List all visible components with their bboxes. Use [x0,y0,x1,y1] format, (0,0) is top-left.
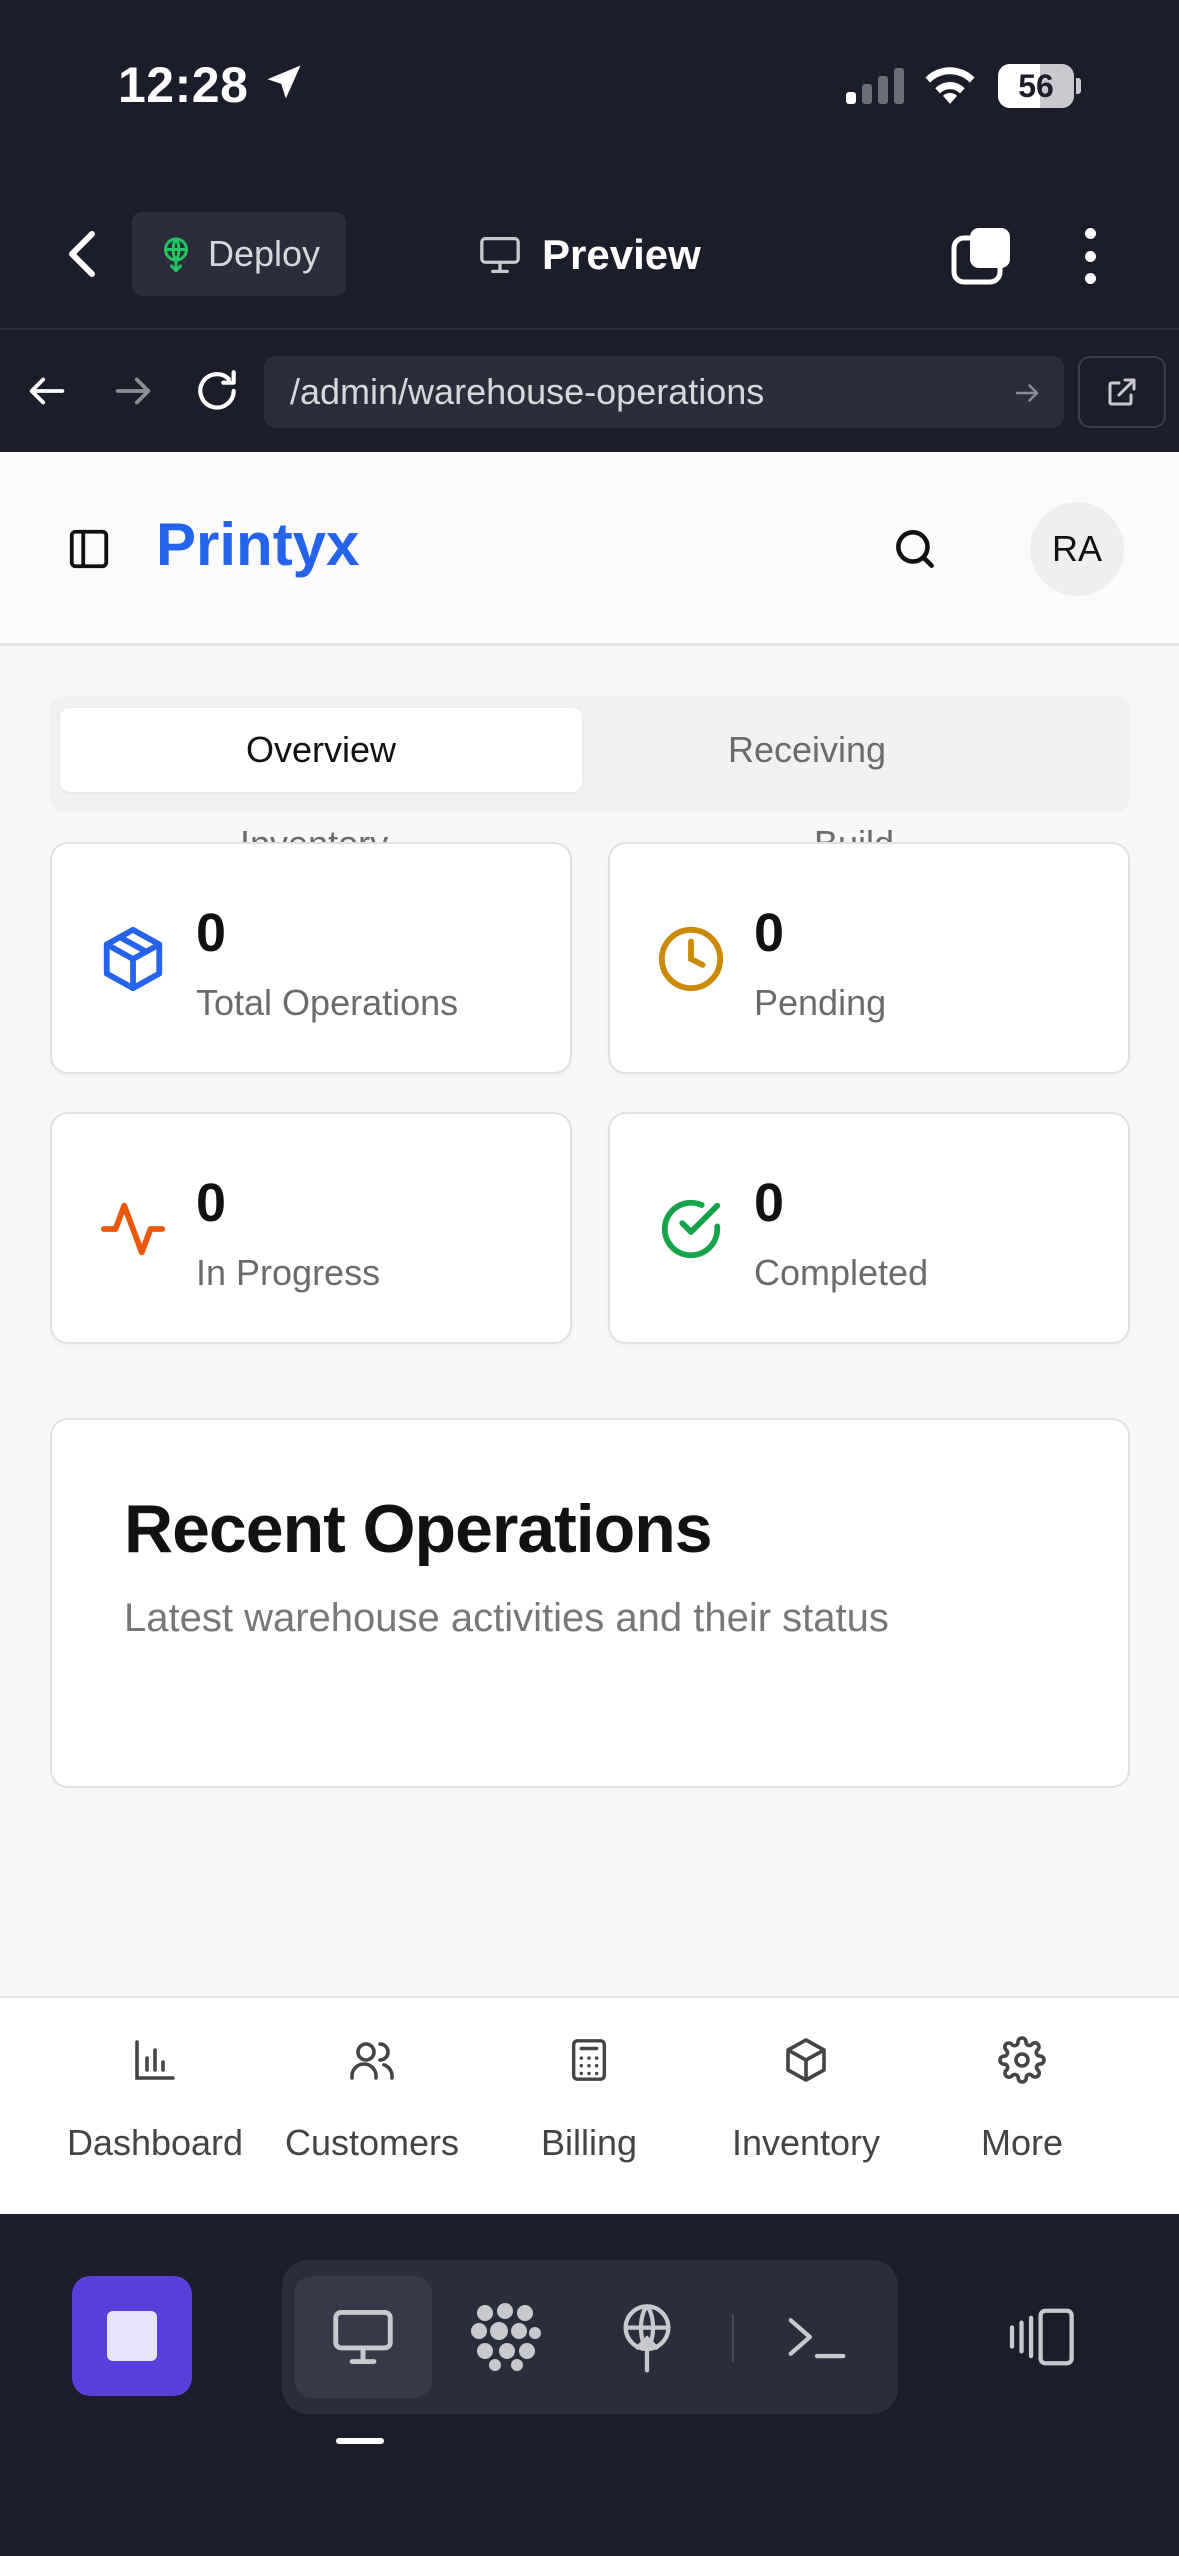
stat-value: 0 [196,903,227,963]
battery-indicator: 56 [998,64,1081,108]
stat-card-in-progress: 0 In Progress [50,1112,572,1344]
bar-chart-icon [135,2040,175,2080]
nav-dashboard[interactable]: Dashboard [47,2036,263,2186]
dock-agent-button[interactable] [436,2276,574,2398]
dock-preview-button[interactable] [294,2276,432,2398]
deploy-label: Deploy [208,233,321,274]
stat-label: Total Operations [196,982,459,1023]
external-link-icon [1108,378,1136,406]
bottom-nav: Dashboard Customers Billing Inventory Mo… [0,1996,1179,2214]
activity-icon [100,1202,166,1256]
chevron-left-icon [69,231,95,277]
device-layout-icon[interactable] [1006,2306,1080,2368]
arrow-left-icon[interactable] [24,368,70,414]
recent-operations-card: Recent Operations Latest warehouse activ… [50,1418,1130,1788]
tabs-list: Overview Receiving [50,696,1130,812]
dock-console-button[interactable] [748,2276,886,2398]
stop-icon [107,2311,157,2361]
tabs-switcher-icon[interactable] [950,226,1014,286]
clock-icon [658,926,724,992]
preview-tab[interactable]: Preview [478,220,701,290]
status-bar: 12:28 56 [0,0,1179,180]
deploy-button[interactable]: Deploy [132,212,346,296]
check-circle-icon [661,1199,721,1259]
stat-value: 0 [754,1173,785,1233]
deploy-globe-icon [623,2304,671,2373]
nav-label: Customers [284,2122,460,2163]
tab-overview[interactable]: Overview [60,708,582,792]
stat-label: Pending [754,982,887,1023]
brand-logo[interactable]: Printyx [156,510,359,579]
arrow-right-icon[interactable] [110,368,156,414]
status-time: 12:28 [118,57,249,113]
back-button[interactable] [52,224,112,284]
dock-divider [732,2314,734,2362]
wifi-icon [925,67,975,104]
recent-operations-title: Recent Operations [124,1491,713,1567]
dock-deploy-button[interactable] [578,2276,716,2398]
nav-label: Dashboard [66,2122,244,2163]
nav-label: Billing [540,2122,638,2163]
stat-value: 0 [754,903,785,963]
deploy-globe-icon [164,237,188,272]
avatar[interactable]: RA [1030,502,1124,596]
more-menu-button[interactable] [1070,224,1110,288]
package-icon [103,926,163,992]
monitor-icon [480,236,520,273]
battery-level: 56 [1018,68,1054,104]
reload-icon[interactable] [192,366,242,416]
nav-billing[interactable]: Billing [481,2036,697,2186]
preview-label: Preview [542,231,701,278]
calculator-icon [571,2039,607,2081]
stat-label: In Progress [196,1252,381,1293]
app-dock [0,2214,1179,2556]
stat-card-total-operations: 0 Total Operations [50,842,572,1074]
cellular-signal-icon [846,68,904,104]
location-arrow-icon [267,65,301,99]
stat-card-pending: 0 Pending [608,842,1130,1074]
nav-more[interactable]: More [914,2036,1130,2186]
recent-operations-subtitle: Latest warehouse activities and their st… [124,1596,889,1640]
stat-label: Completed [754,1252,929,1293]
tab-receiving[interactable]: Receiving [642,708,972,792]
nav-label: Inventory [731,2122,881,2163]
app-top-bar: Deploy Preview [0,180,1179,330]
dock-tool-group [282,2260,898,2414]
gear-icon [998,2036,1046,2084]
users-icon [350,2042,394,2080]
search-icon[interactable] [890,524,940,574]
active-tab-indicator [336,2438,384,2444]
nav-inventory[interactable]: Inventory [698,2036,914,2186]
box-icon [786,2038,826,2082]
browser-bar: /admin/warehouse-operations [0,332,1179,452]
open-external-button[interactable] [1078,356,1166,428]
monitor-icon [333,2310,393,2364]
stop-button[interactable] [72,2276,192,2396]
agent-icon [471,2303,541,2371]
sidebar-toggle-icon[interactable] [66,526,112,572]
nav-customers[interactable]: Customers [264,2036,480,2186]
stat-card-completed: 0 Completed [608,1112,1130,1344]
nav-label: More [980,2122,1064,2163]
web-page: Printyx RA Overview Receiving Inventory … [0,452,1179,2214]
url-text: /admin/warehouse-operations [290,371,765,412]
page-header: Printyx RA [0,452,1179,646]
go-arrow-icon[interactable] [1012,378,1042,408]
url-field[interactable]: /admin/warehouse-operations [264,356,1064,428]
terminal-icon [788,2318,846,2359]
stat-value: 0 [196,1173,227,1233]
